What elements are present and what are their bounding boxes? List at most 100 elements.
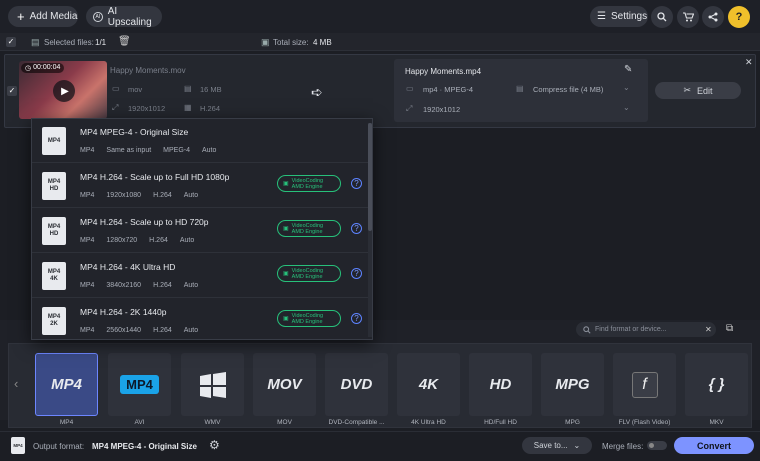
- format-tile-4k-ultra-hd[interactable]: 4K: [397, 353, 460, 416]
- format-gear-icon[interactable]: ⚙: [209, 438, 220, 452]
- video-thumbnail[interactable]: ◷ 00:00:04 ▶: [19, 61, 107, 119]
- preset-meta-value: H.264: [153, 282, 172, 289]
- compress-chevron-icon[interactable]: ⌄: [623, 83, 630, 92]
- preset-meta-value: 3840x2160: [106, 282, 142, 289]
- format-logo-icon: HD: [489, 376, 512, 393]
- format-search-box[interactable]: Find format or device...: [576, 322, 716, 337]
- output-format-mini-icon: MP4: [11, 437, 25, 454]
- badge-line2: AMD Engine: [291, 273, 323, 280]
- preset-meta-value: 1920x1080: [106, 192, 142, 199]
- total-size-label: Total size:: [273, 38, 309, 47]
- preset-item[interactable]: MP4 4K MP4 H.264 - 4K Ultra HD MP4 3840x2160…: [32, 254, 368, 298]
- output-format-value: MP4 MPEG-4 - Original Size: [92, 442, 197, 451]
- source-file-name: Happy Moments.mov: [110, 66, 186, 75]
- help-button[interactable]: ?: [728, 6, 750, 28]
- settings-button[interactable]: ☰ Settings: [590, 6, 648, 27]
- plus-icon: +: [17, 9, 25, 24]
- format-search-input[interactable]: Find format or device...: [595, 326, 667, 333]
- format-tile-label: AVI: [134, 419, 145, 426]
- ai-upscaling-button[interactable]: AI AI Upscaling: [86, 6, 162, 28]
- preset-meta-value: 1280x720: [106, 237, 138, 244]
- add-media-button[interactable]: + Add Media: [8, 6, 78, 27]
- preset-title: MP4 MPEG-4 - Original Size: [80, 127, 189, 137]
- preset-item[interactable]: MP4 HD MP4 H.264 - Scale up to HD 720p MP4 1…: [32, 209, 368, 253]
- edit-button[interactable]: ✂ Edit: [655, 82, 741, 99]
- cart-button[interactable]: [677, 6, 699, 28]
- format-tile-mp4[interactable]: MP4: [35, 353, 98, 416]
- format-tile-mov[interactable]: MOV: [253, 353, 316, 416]
- format-tile-mpg[interactable]: MPG: [541, 353, 604, 416]
- mp4-file-icon: MP4 HD: [42, 217, 66, 245]
- preset-meta: MP4 Same as input MPEG-4 Auto: [80, 147, 216, 154]
- dropdown-scrollbar-thumb[interactable]: [368, 123, 372, 231]
- format-logo-icon: DVD: [340, 376, 373, 393]
- format-tile-flv-flash-video[interactable]: f: [613, 353, 676, 416]
- help-question-icon[interactable]: ?: [351, 178, 362, 189]
- output-format-value[interactable]: mp4 · MPEG-4: [423, 85, 473, 94]
- carousel-left-chevron-icon[interactable]: ‹: [14, 376, 18, 391]
- source-resolution: 1920x1012: [128, 104, 166, 113]
- scissors-icon: ✂: [683, 85, 692, 95]
- question-icon: ?: [735, 11, 743, 23]
- clear-search-close-icon[interactable]: ✕: [705, 325, 712, 334]
- preset-item[interactable]: MP4 HD MP4 H.264 - Scale up to Full HD 108…: [32, 164, 368, 208]
- compress-select[interactable]: Compress file (4 MB): [533, 85, 603, 94]
- rename-pencil-icon[interactable]: ✎: [624, 64, 632, 75]
- audio-chevron-icon[interactable]: ⌄: [623, 103, 630, 112]
- mp4-file-icon: MP4 4K: [42, 262, 66, 290]
- preset-item[interactable]: MP4 2K MP4 H.264 - 2K 1440p MP4 2560x1440 H.2…: [32, 299, 368, 339]
- selection-bar: [0, 33, 760, 51]
- merge-files-toggle[interactable]: [647, 441, 667, 450]
- codec-icon: ▦: [184, 103, 192, 112]
- settings-label: Settings: [610, 11, 648, 22]
- file-row-checkbox[interactable]: ✓: [7, 86, 17, 96]
- save-to-label: Save to...: [533, 441, 568, 450]
- source-format: mov: [128, 85, 143, 94]
- convert-button[interactable]: Convert: [674, 437, 754, 454]
- format-tile-wmv[interactable]: [181, 353, 244, 416]
- format-logo-icon: 4K: [418, 376, 439, 393]
- convert-arrow-icon: ➪: [311, 84, 323, 100]
- ai-icon: AI: [93, 11, 103, 22]
- output-format-icon: ▭: [406, 84, 414, 93]
- file-icon-label: MP4: [47, 137, 61, 144]
- format-tile-hd-full-hd[interactable]: HD: [469, 353, 532, 416]
- preset-meta-value: MP4: [80, 147, 95, 154]
- select-all-checkbox[interactable]: ✓: [6, 37, 16, 47]
- device-view-icon[interactable]: ⧉: [726, 323, 733, 334]
- format-tile-mkv[interactable]: { }: [685, 353, 748, 416]
- format-tile-dvd-compatible[interactable]: DVD: [325, 353, 388, 416]
- help-question-icon[interactable]: ?: [351, 268, 362, 279]
- share-button[interactable]: [702, 6, 724, 28]
- save-to-button[interactable]: Save to... ⌄: [522, 437, 592, 454]
- preset-meta: MP4 1920x1080 H.264 Auto: [80, 192, 198, 199]
- share-icon: [708, 12, 718, 22]
- amd-chip-icon: ▣: [283, 180, 289, 187]
- preset-meta-value: MPEG-4: [163, 147, 190, 154]
- preset-meta-value: Auto: [183, 282, 199, 289]
- cart-icon: [682, 12, 694, 22]
- search-button[interactable]: [651, 6, 673, 28]
- preset-meta-value: Auto: [179, 237, 195, 244]
- file-icon-sublabel: 4K: [50, 276, 58, 282]
- help-question-icon[interactable]: ?: [351, 223, 362, 234]
- format-tile-label: MKV: [709, 419, 724, 426]
- total-size-value: 4 MB: [313, 38, 332, 47]
- format-logo-icon: MOV: [267, 376, 302, 393]
- format-tile-avi[interactable]: MP4: [108, 353, 171, 416]
- selected-files-value: 1/1: [95, 38, 107, 47]
- remove-file-close-icon[interactable]: ✕: [745, 57, 753, 68]
- search-icon: [583, 325, 591, 334]
- play-button[interactable]: ▶: [53, 80, 75, 102]
- format-logo-icon: MPG: [555, 376, 590, 393]
- edit-label: Edit: [697, 85, 713, 96]
- amd-engine-badge: ▣ VideoCoding AMD Engine: [277, 175, 341, 192]
- preset-item[interactable]: MP4 MP4 MPEG-4 - Original Size MP4 Same as …: [32, 119, 368, 163]
- file-icon-label: MP4: [47, 224, 61, 230]
- format-tile-label: 4K Ultra HD: [411, 419, 446, 426]
- trash-icon[interactable]: 🗑: [118, 36, 131, 47]
- help-question-icon[interactable]: ?: [351, 313, 362, 324]
- compress-icon: ▤: [516, 84, 524, 93]
- preset-meta-value: H.264: [149, 237, 168, 244]
- format-tile-label: HD/Full HD: [484, 419, 517, 426]
